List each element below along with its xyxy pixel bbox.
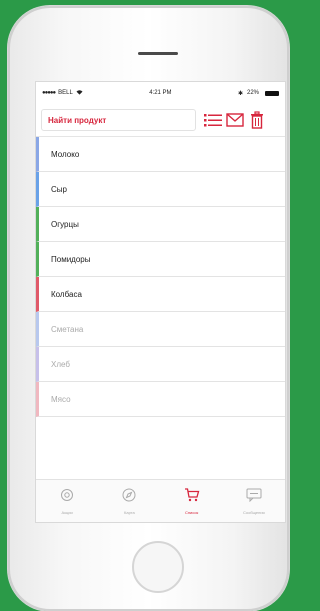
delete-button[interactable] — [248, 111, 266, 129]
tab-3[interactable]: Список — [161, 480, 223, 522]
list-item-label: Хлеб — [51, 359, 70, 369]
tab-label: Акции — [61, 509, 73, 515]
list-item[interactable]: Молоко — [36, 137, 285, 172]
app-screen: ●●●●● BELL 4:21 PM ✱ 22% Найти продукт М… — [35, 81, 286, 523]
trash-icon — [251, 111, 263, 129]
list-item-label: Сыр — [51, 184, 67, 194]
list-item-label: Помидоры — [51, 254, 91, 264]
list-view-button[interactable] — [204, 111, 222, 129]
mail-icon — [226, 113, 244, 127]
tab-2[interactable]: Карта — [98, 480, 160, 522]
list-item[interactable]: Помидоры — [36, 242, 285, 277]
tab-label: Карта — [124, 509, 135, 515]
list-item-label: Огурцы — [51, 219, 79, 229]
battery-icon — [265, 90, 279, 96]
settings-icon — [60, 488, 74, 507]
home-button[interactable] — [132, 541, 184, 593]
list-item-label: Колбаса — [51, 289, 82, 299]
tab-1[interactable]: Акции — [36, 480, 98, 522]
mail-button[interactable] — [226, 111, 244, 129]
cart-icon — [184, 487, 200, 507]
list-icon — [204, 114, 222, 127]
toolbar: Найти продукт — [36, 104, 285, 137]
signal-icon: ●●●●● — [42, 90, 56, 96]
list-item[interactable]: Хлеб — [36, 347, 285, 382]
list-item[interactable]: Огурцы — [36, 207, 285, 242]
message-icon — [246, 488, 262, 507]
search-input[interactable]: Найти продукт — [41, 109, 196, 131]
list-item[interactable]: Сыр — [36, 172, 285, 207]
list-item-label: Сметана — [51, 324, 84, 334]
wifi-icon — [76, 89, 83, 97]
tab-label: Сообщения — [243, 509, 265, 515]
tab-label: Список — [184, 509, 199, 515]
status-time: 4:21 PM — [149, 90, 172, 96]
battery-percent: 22% — [246, 90, 259, 96]
compass-icon — [122, 488, 136, 507]
tab-bar: Акции Карта Список Сообщения — [36, 479, 285, 522]
carrier-label: BELL — [58, 90, 73, 96]
list-item[interactable]: Мясо — [36, 382, 285, 417]
status-bar: ●●●●● BELL 4:21 PM ✱ 22% — [36, 82, 285, 104]
product-list: Молоко Сыр Огурцы Помидоры Колбаса Сметана Хле… — [36, 137, 285, 417]
tab-4[interactable]: Сообщения — [223, 480, 285, 522]
bluetooth-icon: ✱ — [237, 90, 243, 97]
phone-speaker — [138, 52, 178, 55]
list-item[interactable]: Колбаса — [36, 277, 285, 312]
phone-frame: ●●●●● BELL 4:21 PM ✱ 22% Найти продукт М… — [8, 6, 289, 611]
list-item-label: Молоко — [51, 149, 80, 159]
list-item[interactable]: Сметана — [36, 312, 285, 347]
list-item-label: Мясо — [51, 394, 71, 404]
